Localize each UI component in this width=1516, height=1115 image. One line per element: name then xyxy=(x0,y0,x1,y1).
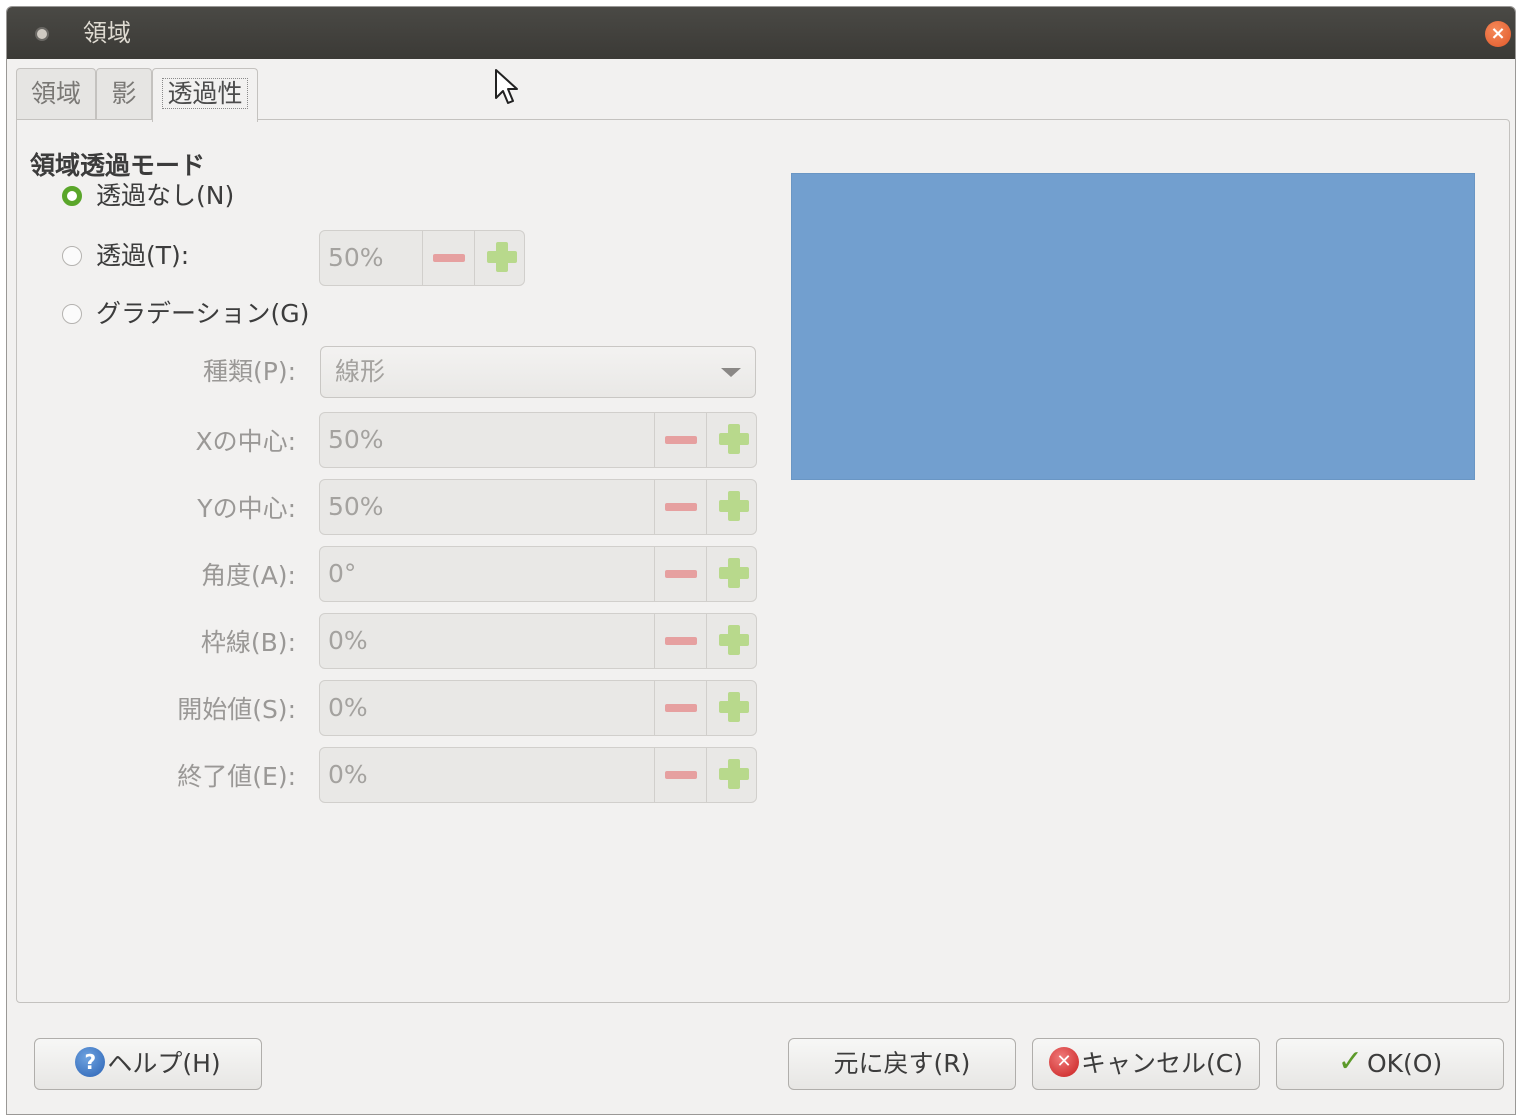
center-x-label: Xの中心: xyxy=(195,427,296,456)
center-x-spinbox[interactable]: 50% xyxy=(319,412,757,468)
tab-area[interactable]: 領域 xyxy=(16,68,96,120)
decrement-button[interactable] xyxy=(654,748,706,802)
tab-label: 影 xyxy=(111,79,137,108)
angle-label: 角度(A): xyxy=(200,561,296,590)
help-icon: ? xyxy=(75,1047,106,1077)
end-value-label: 終了値(E): xyxy=(177,762,296,791)
minus-icon xyxy=(665,503,697,511)
reset-button[interactable]: 元に戻す(R) xyxy=(788,1038,1016,1090)
window-menu-icon[interactable] xyxy=(35,27,49,41)
radio-transparency-label[interactable]: 透過(T): xyxy=(96,239,189,273)
transparency-spinbox[interactable]: 50% xyxy=(319,230,525,286)
cancel-icon: ✕ xyxy=(1049,1047,1080,1077)
chevron-down-icon xyxy=(721,368,741,377)
cancel-button[interactable]: ✕ キャンセル(C) xyxy=(1032,1038,1260,1090)
ok-button-label: OK(O) xyxy=(1366,1049,1443,1078)
reset-button-label: 元に戻す(R) xyxy=(833,1049,971,1078)
start-value-value[interactable]: 0% xyxy=(328,681,368,735)
border-value[interactable]: 0% xyxy=(328,614,368,668)
radio-no-transparency[interactable] xyxy=(62,186,82,206)
ok-button[interactable]: ✓ OK(O) xyxy=(1276,1038,1504,1090)
decrement-button[interactable] xyxy=(654,614,706,668)
window-title: 領域 xyxy=(83,19,131,47)
help-button[interactable]: ? ヘルプ(H) xyxy=(34,1038,262,1090)
tab-label: 領域 xyxy=(30,79,81,108)
border-spinbox[interactable]: 0% xyxy=(319,613,757,669)
increment-button[interactable] xyxy=(706,413,756,467)
minus-icon xyxy=(433,254,465,262)
decrement-button[interactable] xyxy=(422,231,474,285)
increment-button[interactable] xyxy=(706,681,756,735)
increment-button[interactable] xyxy=(706,748,756,802)
border-label: 枠線(B): xyxy=(200,628,296,657)
help-button-label: ヘルプ(H) xyxy=(107,1049,221,1078)
center-y-spinbox[interactable]: 50% xyxy=(319,479,757,535)
radio-no-transparency-label[interactable]: 透過なし(N) xyxy=(96,179,234,213)
section-title: 領域透過モード xyxy=(30,151,206,180)
center-y-label: Yの中心: xyxy=(197,494,296,523)
minus-icon xyxy=(665,637,697,645)
transparency-preview xyxy=(791,173,1475,480)
radio-transparency[interactable] xyxy=(62,246,82,266)
start-value-label: 開始値(S): xyxy=(177,695,296,724)
gradient-type-value: 線形 xyxy=(335,357,386,386)
minus-icon xyxy=(665,771,697,779)
mouse-cursor-icon xyxy=(495,69,518,104)
end-value-value[interactable]: 0% xyxy=(328,748,368,802)
checkmark-icon: ✓ xyxy=(1337,1044,1363,1079)
close-icon: × xyxy=(1490,23,1506,44)
increment-button[interactable] xyxy=(706,547,756,601)
radio-gradient[interactable] xyxy=(62,304,82,324)
increment-button[interactable] xyxy=(474,231,524,285)
center-x-value[interactable]: 50% xyxy=(328,413,384,467)
tab-label: 透過性 xyxy=(162,78,248,109)
decrement-button[interactable] xyxy=(654,413,706,467)
center-y-value[interactable]: 50% xyxy=(328,480,384,534)
end-value-spinbox[interactable]: 0% xyxy=(319,747,757,803)
tab-transparency[interactable]: 透過性 xyxy=(152,68,258,122)
radio-gradient-label[interactable]: グラデーション(G) xyxy=(96,297,309,331)
close-button[interactable]: × xyxy=(1485,21,1511,47)
minus-icon xyxy=(665,436,697,444)
increment-button[interactable] xyxy=(706,614,756,668)
minus-icon xyxy=(665,570,697,578)
tab-shadow[interactable]: 影 xyxy=(96,68,152,120)
minus-icon xyxy=(665,704,697,712)
title-bar[interactable]: 領域 × xyxy=(7,7,1515,59)
start-value-spinbox[interactable]: 0% xyxy=(319,680,757,736)
cancel-button-label: キャンセル(C) xyxy=(1081,1049,1243,1078)
angle-spinbox[interactable]: 0° xyxy=(319,546,757,602)
decrement-button[interactable] xyxy=(654,480,706,534)
transparency-value[interactable]: 50% xyxy=(328,231,384,285)
gradient-type-dropdown[interactable]: 線形 xyxy=(320,346,756,398)
decrement-button[interactable] xyxy=(654,547,706,601)
gradient-type-label: 種類(P): xyxy=(202,357,296,386)
angle-value[interactable]: 0° xyxy=(328,547,356,601)
increment-button[interactable] xyxy=(706,480,756,534)
decrement-button[interactable] xyxy=(654,681,706,735)
